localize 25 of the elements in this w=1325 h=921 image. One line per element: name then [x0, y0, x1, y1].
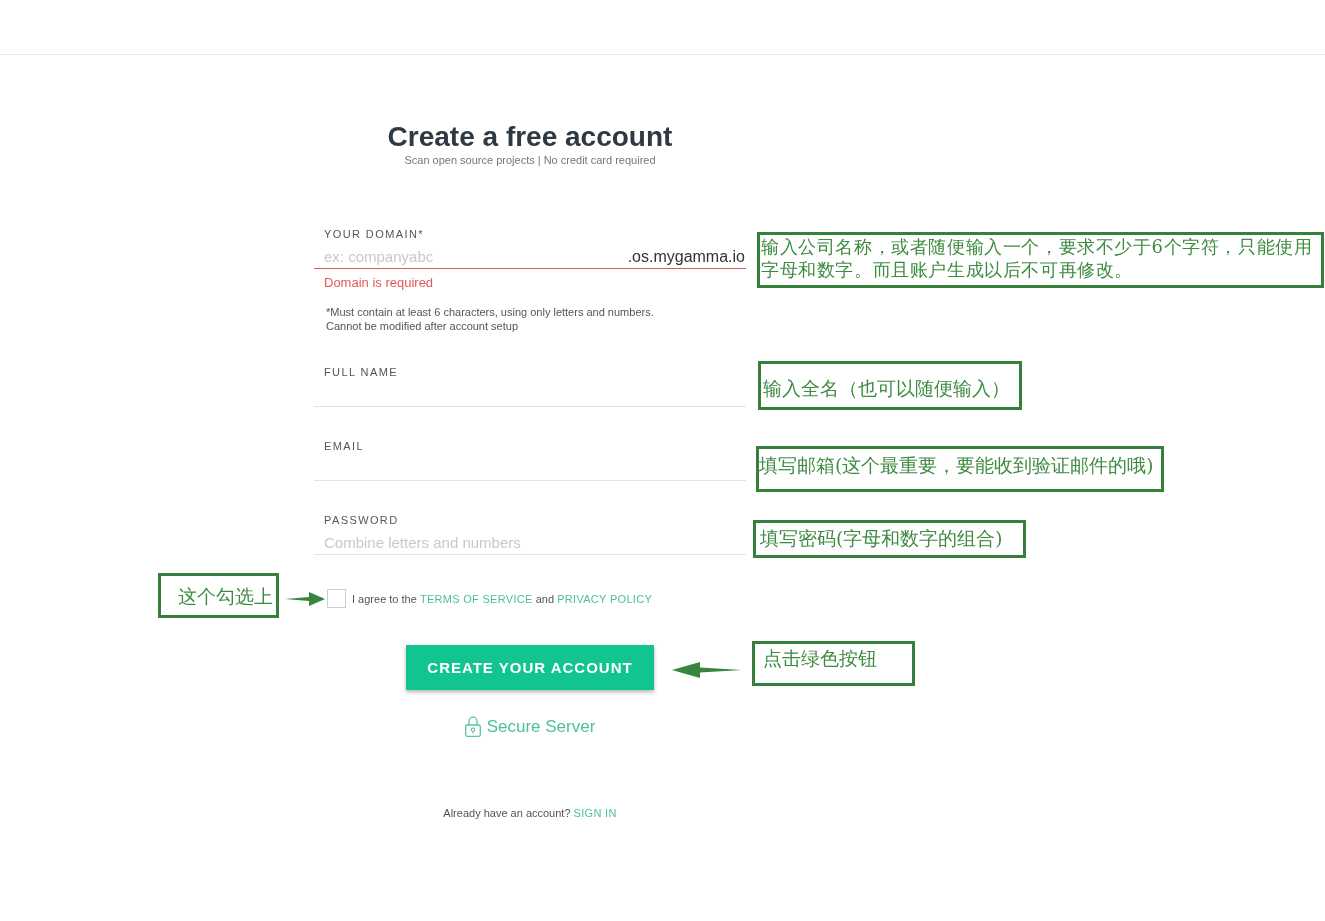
annotation-callout: 输入公司名称，或者随便输入一个，要求不少于6个字符，只能使用字母和数字。而且账户生成以后不可再修改。 [757, 232, 1324, 288]
helper-text: Cannot be modified after account setup [326, 319, 518, 333]
helper-text: *Must contain at least 6 characters, using only letters and numbers. [326, 305, 654, 319]
create-account-button[interactable]: CREATE YOUR ACCOUNT [406, 645, 654, 690]
page-subtitle: Scan open source projects | No credit card required [404, 153, 656, 167]
annotation-callout: 点击绿色按钮 [752, 641, 915, 686]
error-message: Domain is required [323, 275, 434, 291]
secure-server-text: Secure Server [486, 717, 596, 737]
agreement-link[interactable]: PRIVACY POLICY [557, 592, 653, 605]
checkbox[interactable] [327, 589, 346, 608]
annotation-callout: 填写邮箱(这个最重要，要能收到验证邮件的哦) [756, 446, 1164, 492]
page-title: Create a free account [387, 121, 673, 153]
agreement-link[interactable]: TERMS OF SERVICE [419, 592, 533, 605]
lock-icon [464, 716, 481, 737]
field-label: FULL NAME [324, 365, 398, 379]
sign-in-prompt: Already have an account? SIGN IN [443, 806, 617, 820]
annotation-callout: 输入全名（也可以随便输入） [758, 361, 1022, 410]
sign-in-link[interactable]: SIGN IN [573, 807, 617, 819]
domain-suffix: .os.mygamma.io [627, 245, 746, 269]
annotation-callout: 这个勾选上 [158, 573, 279, 618]
agreement-text: I agree to the TERMS OF SERVICE and PRIVACY POLICY [352, 591, 653, 606]
field-label: PASSWORD [324, 513, 399, 527]
annotation-callout: 填写密码(字母和数字的组合) [753, 520, 1026, 558]
field-label: EMAIL [324, 439, 364, 453]
field-label: YOUR DOMAIN* [324, 227, 424, 241]
